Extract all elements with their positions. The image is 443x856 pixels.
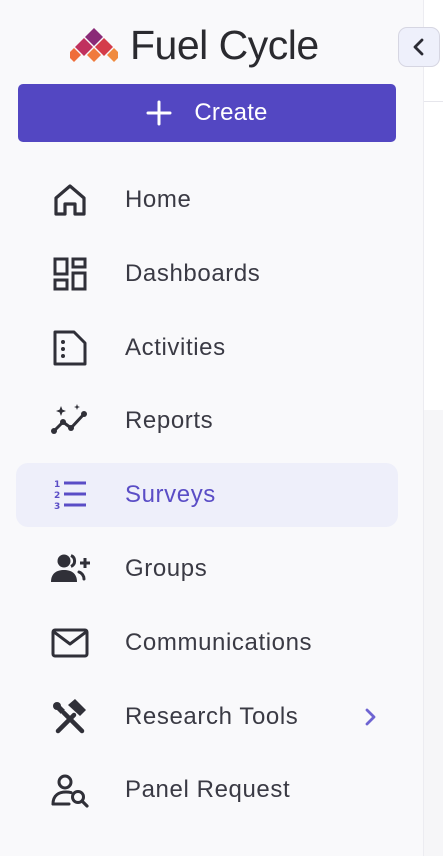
fuel-cycle-logo-icon <box>70 28 118 62</box>
home-icon <box>50 180 90 220</box>
plus-icon <box>146 100 172 126</box>
dashboard-icon <box>50 254 90 294</box>
sidebar-item-dashboards[interactable]: Dashboards <box>16 242 398 306</box>
user-search-icon <box>50 770 90 810</box>
sidebar-item-panel-request[interactable]: Panel Request <box>16 758 398 822</box>
sidebar-item-reports[interactable]: Reports <box>16 389 398 453</box>
sidebar-item-label: Surveys <box>125 481 216 509</box>
reports-trend-icon <box>50 401 90 441</box>
sidebar-item-label: Panel Request <box>125 776 291 804</box>
content-panel-edge <box>424 410 443 856</box>
svg-text:1: 1 <box>54 480 60 490</box>
sidebar: Fuel Cycle Create Home Dashboards Activi… <box>0 0 424 856</box>
sidebar-item-label: Reports <box>125 407 214 435</box>
chevron-left-icon <box>413 38 424 56</box>
mail-icon <box>50 623 90 663</box>
sidebar-item-label: Groups <box>125 554 208 582</box>
sidebar-item-label: Communications <box>125 628 313 656</box>
sidebar-item-label: Research Tools <box>125 702 299 730</box>
create-button-label: Create <box>194 99 268 126</box>
sidebar-item-label: Home <box>125 186 192 213</box>
tools-icon <box>50 697 90 737</box>
create-button[interactable]: Create <box>18 84 396 142</box>
collapse-sidebar-button[interactable] <box>398 27 440 67</box>
numbered-list-icon: 1 2 3 <box>50 475 90 515</box>
svg-text:2: 2 <box>54 491 60 501</box>
sidebar-nav: Home Dashboards Activities Reports 1 2 3… <box>16 168 398 832</box>
sidebar-item-research-tools[interactable]: Research Tools <box>16 685 398 749</box>
sidebar-item-groups[interactable]: Groups <box>16 537 398 601</box>
sidebar-item-surveys[interactable]: 1 2 3 Surveys <box>16 463 398 528</box>
activities-icon <box>50 328 90 368</box>
sidebar-item-home[interactable]: Home <box>16 168 398 232</box>
sidebar-item-communications[interactable]: Communications <box>16 611 398 675</box>
header-divider <box>424 101 443 102</box>
sidebar-item-label: Dashboards <box>125 259 261 287</box>
svg-text:3: 3 <box>54 502 60 512</box>
sidebar-item-activities[interactable]: Activities <box>16 316 398 380</box>
logo-text: Fuel Cycle <box>130 21 319 68</box>
logo[interactable]: Fuel Cycle <box>70 20 319 70</box>
add-group-icon <box>50 549 90 589</box>
sidebar-item-label: Activities <box>125 333 226 361</box>
chevron-right-icon[interactable] <box>360 705 380 729</box>
